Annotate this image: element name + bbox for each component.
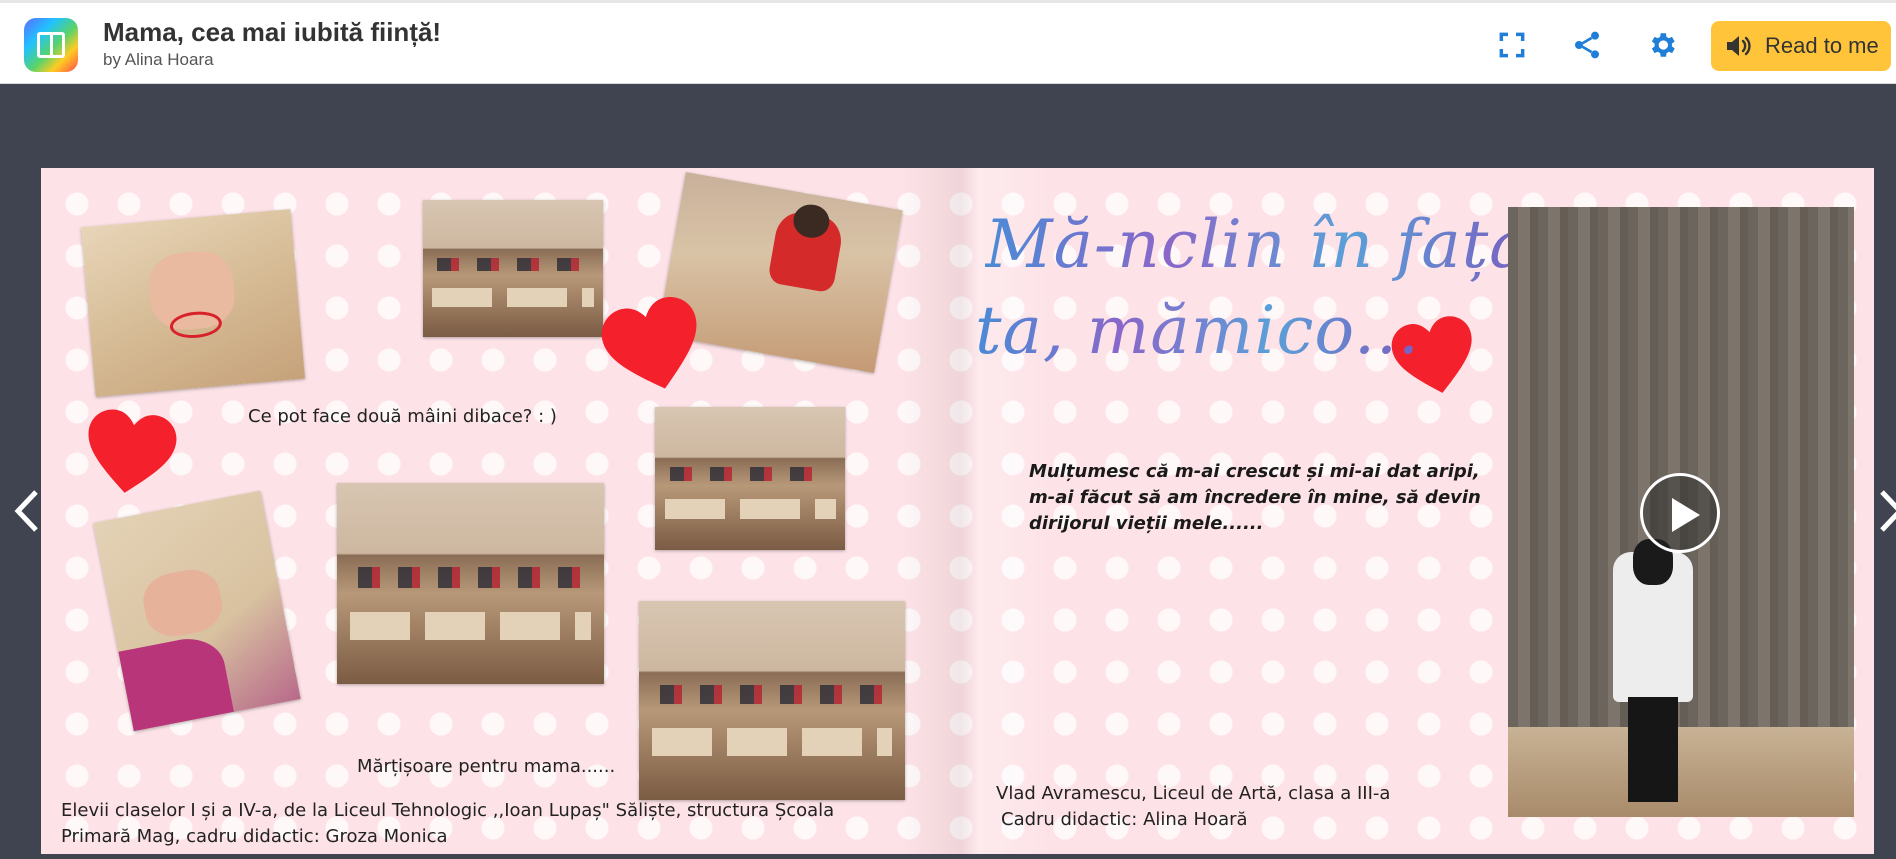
photo-hands-knotting: [80, 209, 306, 397]
credits-right-page: Vlad Avramescu, Liceul de Artă, clasa a …: [996, 781, 1390, 833]
play-video-button[interactable]: [1640, 473, 1720, 553]
quote-line-2: m-ai făcut să am încredere în mine, să d…: [1029, 487, 1481, 508]
book-author: by Alina Hoara: [103, 50, 214, 69]
top-bar: Mama, cea mai iubită ființă! by Alina Ho…: [0, 0, 1896, 84]
book-creator-logo-icon: [24, 18, 78, 72]
credits-left-line-2: Primară Mag, cadru didactic: Groza Monic…: [61, 826, 448, 847]
read-to-me-label: Read to me: [1765, 33, 1879, 58]
photo-classroom-3: [337, 483, 604, 684]
read-to-me-button[interactable]: Read to me: [1711, 21, 1891, 71]
quote-line-3: dirijorul vieții mele......: [1029, 513, 1264, 534]
credits-right-line-1: Vlad Avramescu, Liceul de Artă, clasa a …: [996, 783, 1391, 804]
credits-left-line-1: Elevii claselor I și a IV-a, de la Liceu…: [61, 800, 835, 821]
play-icon: [1672, 498, 1700, 532]
heart-icon: [88, 409, 177, 493]
share-icon[interactable]: [1571, 29, 1603, 61]
caption-martisoare: Mărțișoare pentru mama......: [357, 756, 616, 777]
credits-right-line-2: Cadru didactic: Alina Hoară: [1001, 809, 1248, 830]
photo-classroom-1: [423, 200, 603, 337]
book-title: Mama, cea mai iubită ființă!: [103, 17, 442, 47]
previous-page-arrow-icon[interactable]: [12, 488, 42, 534]
handwritten-heading-line-1: Mă-nclin în fața: [985, 206, 1530, 283]
photo-classroom-2: [655, 407, 845, 550]
fullscreen-icon[interactable]: [1496, 29, 1528, 61]
next-page-arrow-icon[interactable]: [1876, 488, 1896, 534]
credits-left-page: Elevii claselor I și a IV-a, de la Liceu…: [61, 798, 834, 850]
caption-dexterous-hands: Ce pot face două mâini dibace? : ): [248, 406, 557, 427]
thank-you-quote: Mulțumesc că m-ai crescut și mi-ai dat a…: [1029, 459, 1481, 537]
handwritten-heading-line-2: ta, mămico...: [975, 292, 1420, 369]
quote-line-1: Mulțumesc că m-ai crescut și mi-ai dat a…: [1029, 461, 1480, 482]
settings-gear-icon[interactable]: [1646, 29, 1678, 61]
speaker-icon: [1727, 36, 1751, 56]
photo-classroom-4: [639, 601, 905, 800]
